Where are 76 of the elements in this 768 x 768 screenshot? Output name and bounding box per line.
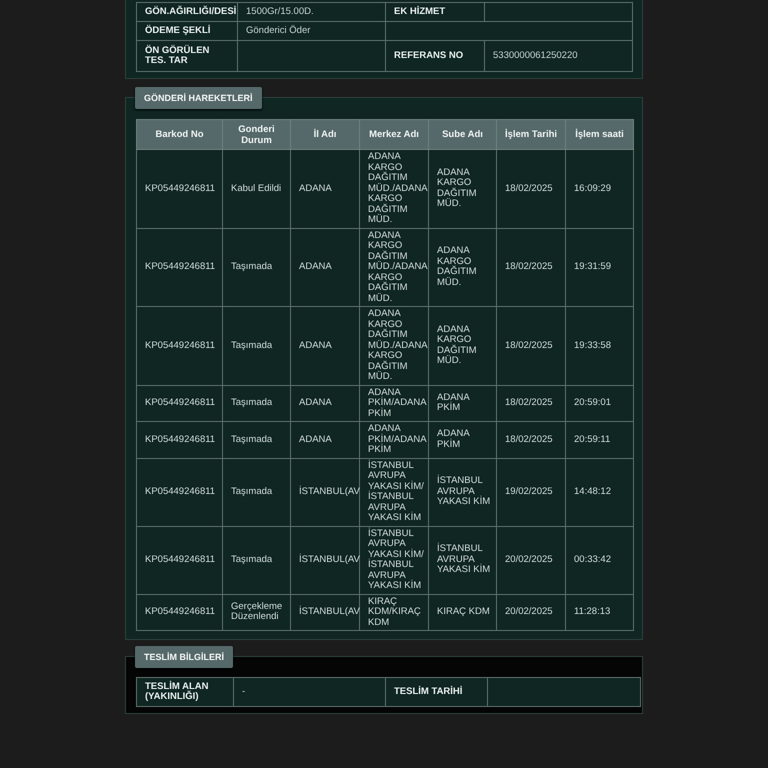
- field-label: ÖN GÖRÜLEN TES. TAR: [136, 40, 238, 72]
- table-cell: KP05449246811: [136, 422, 222, 458]
- table-cell: KP05449246811: [136, 458, 222, 526]
- field-label: TESLİM TARİHİ: [386, 678, 488, 706]
- table-cell: ADANA KARGO DAĞITIM MÜD.: [428, 150, 496, 228]
- table-cell: 11:28:13: [566, 594, 634, 630]
- table-cell: Kabul Edildi: [222, 150, 290, 228]
- table-cell: ADANA: [290, 150, 360, 228]
- table-cell: 19:31:59: [566, 228, 634, 306]
- field-value: 1500Gr/15.00D.: [238, 2, 386, 22]
- field-label: GÖN.AĞIRLIĞI/DESİ: [136, 2, 238, 22]
- column-header: Barkod No: [136, 120, 222, 150]
- column-header: İşlem saati: [566, 120, 634, 150]
- section-title: GÖNDERİ HAREKETLERİ: [135, 87, 262, 109]
- table-cell: KP05449246811: [136, 526, 222, 594]
- column-header: İl Adı: [290, 120, 360, 150]
- table-cell: 18/02/2025: [496, 422, 566, 458]
- table-cell: ADANA: [290, 385, 360, 422]
- table-cell: Gerçekleme Düzenlendi: [222, 594, 290, 630]
- field-label: EK HİZMET: [386, 2, 484, 22]
- table-cell: ADANA PKİM/ADANA PKİM: [360, 385, 428, 422]
- table-cell: 14:48:12: [566, 458, 634, 526]
- table-cell: KP05449246811: [136, 385, 222, 422]
- table-cell: Taşımada: [222, 228, 290, 306]
- table-cell: İSTANBUL(AV: [290, 594, 360, 630]
- table-cell: 19:33:58: [566, 306, 634, 385]
- table-cell: Taşımada: [222, 526, 290, 594]
- table-cell: İSTANBUL AVRUPA YAKASI KİM/ İSTANBUL AVRUPA YAKASI KİM: [360, 526, 428, 594]
- field-label: TESLİM ALAN (YAKINLIĞI): [136, 678, 234, 706]
- table-cell: ADANA PKİM: [428, 385, 496, 422]
- table-cell: 20/02/2025: [496, 526, 566, 594]
- table-cell: İSTANBUL AVRUPA YAKASI KİM: [428, 458, 496, 526]
- table-cell: 20/02/2025: [496, 594, 566, 630]
- table-cell: İSTANBUL(AV: [290, 526, 360, 594]
- table-cell: 20:59:01: [566, 385, 634, 422]
- field-value: Gönderici Öder: [238, 22, 386, 40]
- table-cell: ADANA KARGO DAĞITIM MÜD.: [428, 228, 496, 306]
- table-cell: 16:09:29: [566, 150, 634, 228]
- table-cell: ADANA KARGO DAĞITIM MÜD.: [428, 306, 496, 385]
- table-cell: KP05449246811: [136, 594, 222, 630]
- table-cell: KIRAÇ KDM/KIRAÇ KDM: [360, 594, 428, 630]
- column-header: Merkez Adı: [360, 120, 428, 150]
- table-cell: ADANA KARGO DAĞITIM MÜD./ADANA KARGO DAĞITIM MÜD.: [360, 306, 428, 385]
- table-cell: 18/02/2025: [496, 228, 566, 306]
- table-cell: ADANA: [290, 422, 360, 458]
- table-cell: 00:33:42: [566, 526, 634, 594]
- table-cell: İSTANBUL AVRUPA YAKASI KİM: [428, 526, 496, 594]
- table-cell: İSTANBUL AVRUPA YAKASI KİM/ İSTANBUL AVRUPA YAKASI KİM: [360, 458, 428, 526]
- table-cell: 18/02/2025: [496, 306, 566, 385]
- field-label: REFERANS NO: [386, 40, 484, 72]
- table-cell: ADANA PKİM/ADANA PKİM: [360, 422, 428, 458]
- column-header: Gonderi Durum: [222, 120, 290, 150]
- table-cell: KP05449246811: [136, 228, 222, 306]
- column-header: Sube Adı: [428, 120, 496, 150]
- table-cell: Taşımada: [222, 458, 290, 526]
- table-cell: İSTANBUL(AV: [290, 458, 360, 526]
- table-cell: ADANA: [290, 228, 360, 306]
- section-title: TESLİM BİLGİLERİ: [135, 646, 233, 668]
- field-label: ÖDEME ŞEKLİ: [136, 22, 238, 40]
- field-value: -: [234, 678, 386, 706]
- table-cell: 20:59:11: [566, 422, 634, 458]
- table-cell: KP05449246811: [136, 150, 222, 228]
- table-cell: 18/02/2025: [496, 385, 566, 422]
- table-cell: KIRAÇ KDM: [428, 594, 496, 630]
- table-cell: Taşımada: [222, 306, 290, 385]
- table-cell: Taşımada: [222, 385, 290, 422]
- table-cell: ADANA: [290, 306, 360, 385]
- table-cell: 18/02/2025: [496, 150, 566, 228]
- table-cell: KP05449246811: [136, 306, 222, 385]
- column-header: İşlem Tarihi: [496, 120, 566, 150]
- field-value: 5330000061250220: [484, 40, 632, 72]
- table-cell: 19/02/2025: [496, 458, 566, 526]
- table-cell: ADANA KARGO DAĞITIM MÜD./ADANA KARGO DAĞITIM MÜD.: [360, 150, 428, 228]
- table-cell: ADANA PKİM: [428, 422, 496, 458]
- table-cell: Taşımada: [222, 422, 290, 458]
- table-cell: ADANA KARGO DAĞITIM MÜD./ADANA KARGO DAĞITIM MÜD.: [360, 228, 428, 306]
